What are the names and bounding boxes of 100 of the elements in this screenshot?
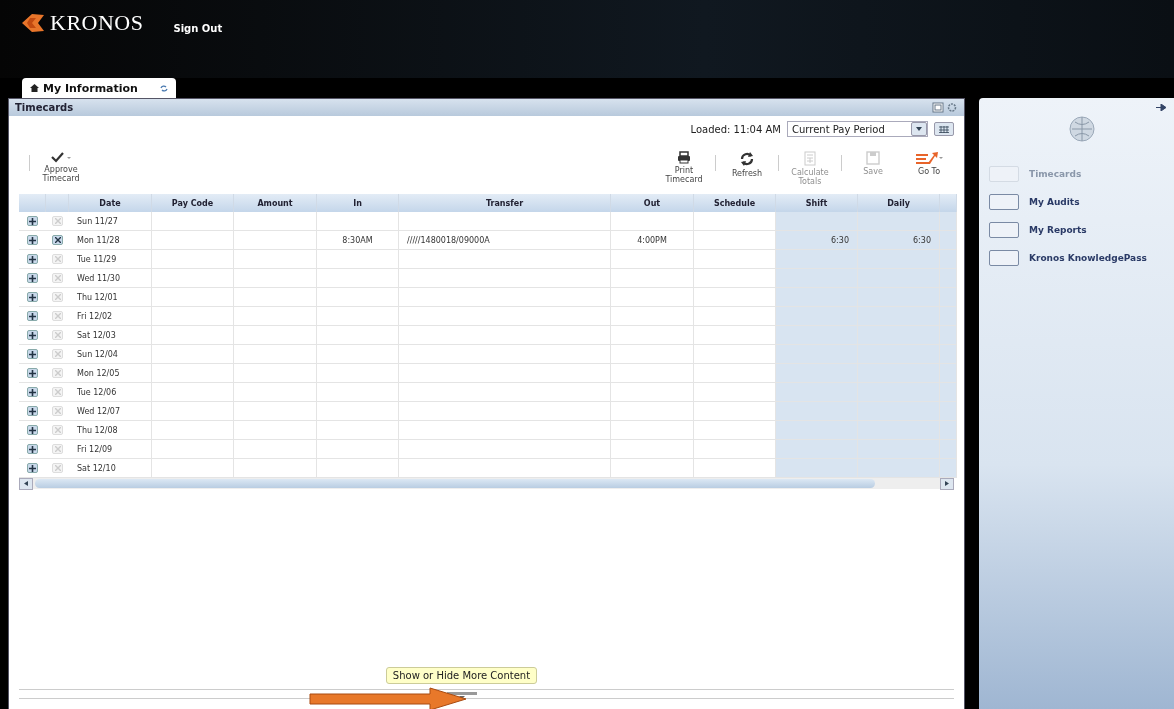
add-button[interactable] [27,368,38,378]
dropdown-caret-icon [916,127,922,131]
close-icon [54,218,61,224]
sidebar-item[interactable]: My Reports [989,219,1174,241]
plus-icon [29,407,36,415]
table-cell: Sat 12/10 [69,459,152,478]
plus-icon [29,217,36,225]
column-header[interactable]: In [317,194,399,212]
column-header[interactable]: Shift [776,194,858,212]
table-cell [940,440,957,459]
close-icon [54,389,61,395]
close-icon [54,237,61,243]
plus-icon [29,312,36,320]
close-icon [54,446,61,452]
refresh-icon [739,151,755,167]
add-button[interactable] [27,254,38,264]
add-button[interactable] [27,387,38,397]
toolbar-button[interactable]: Approve Timecard [36,151,86,184]
table-cell [940,326,957,345]
calendar-button[interactable] [934,122,954,136]
table-cell: Fri 12/09 [69,440,152,459]
table-cell [940,250,957,269]
close-icon [54,313,61,319]
table-cell: Tue 12/06 [69,383,152,402]
table-cell [940,345,957,364]
table-cell: 6:30 [776,231,858,250]
window-controls-icon[interactable] [932,102,958,113]
calendar-icon [939,125,949,133]
calculator-icon [804,151,816,166]
printer-icon [677,151,691,164]
column-header[interactable]: Out [611,194,694,212]
table-cell [940,231,957,250]
close-icon [54,275,61,281]
table-cell: Wed 12/07 [69,402,152,421]
close-icon [54,370,61,376]
column-header [19,194,46,212]
add-button[interactable] [27,311,38,321]
column-header[interactable]: Pay Code [152,194,234,212]
column-header [940,194,957,212]
table-cell [940,402,957,421]
toolbar-button[interactable]: Go To [904,151,954,177]
table-cell: 6:30 [858,231,940,250]
plus-icon [29,426,36,434]
toolbar-button[interactable]: Print Timecard [659,151,709,185]
horizontal-scrollbar[interactable] [19,478,954,489]
table-cell [940,288,957,307]
close-icon [54,351,61,357]
sidebar-item[interactable]: Kronos KnowledgePass [989,247,1174,269]
column-header[interactable]: Date [69,194,152,212]
column-header[interactable]: Transfer [399,194,611,212]
table-cell: Wed 11/30 [69,269,152,288]
refresh-icon[interactable] [160,84,168,92]
tab[interactable]: My Information [22,78,176,98]
plus-icon [29,274,36,282]
add-button[interactable] [27,349,38,359]
plus-icon [29,293,36,301]
table-cell [940,269,957,288]
add-button[interactable] [27,406,38,416]
add-button[interactable] [27,273,38,283]
table-cell: Sun 11/27 [69,212,152,231]
sidebar-item[interactable]: My Audits [989,191,1174,213]
arrow-icon [915,151,943,165]
arrow-icon[interactable] [1156,104,1166,111]
table-cell [940,421,957,440]
column-header[interactable]: Daily [858,194,940,212]
table-cell: Thu 12/08 [69,421,152,440]
add-button[interactable] [27,463,38,473]
plus-icon [29,388,36,396]
tooltip: Show or Hide More Content [385,667,538,684]
plus-icon [29,255,36,263]
house-icon [30,84,39,92]
plus-icon [29,350,36,358]
add-button[interactable] [27,235,38,245]
close-icon [54,427,61,433]
globe-icon [1066,115,1097,143]
sign-out-link[interactable]: Sign Out [173,23,223,34]
toolbar-button[interactable]: Refresh [722,151,772,179]
close-icon [54,332,61,338]
add-button[interactable] [27,330,38,340]
close-icon [54,408,61,414]
plus-icon [29,464,36,472]
checkmark-icon [50,151,72,163]
add-button[interactable] [27,444,38,454]
close-icon [54,294,61,300]
add-button[interactable] [27,425,38,435]
table-cell: Tue 11/29 [69,250,152,269]
table-cell: Sun 12/04 [69,345,152,364]
plus-icon [29,445,36,453]
table-cell: 4:00PM [611,231,694,250]
plus-icon [29,369,36,377]
column-header[interactable]: Schedule [694,194,776,212]
plus-icon [29,331,36,339]
table-cell: 8:30AM [317,231,399,250]
add-button[interactable] [27,292,38,302]
column-header[interactable]: Amount [234,194,317,212]
logo-icon [20,12,46,34]
add-button[interactable] [27,216,38,226]
loaded-time: Loaded: 11:04 AM [690,123,781,135]
delete-button[interactable] [52,235,63,245]
period-dropdown[interactable]: Current Pay Period [787,121,928,137]
